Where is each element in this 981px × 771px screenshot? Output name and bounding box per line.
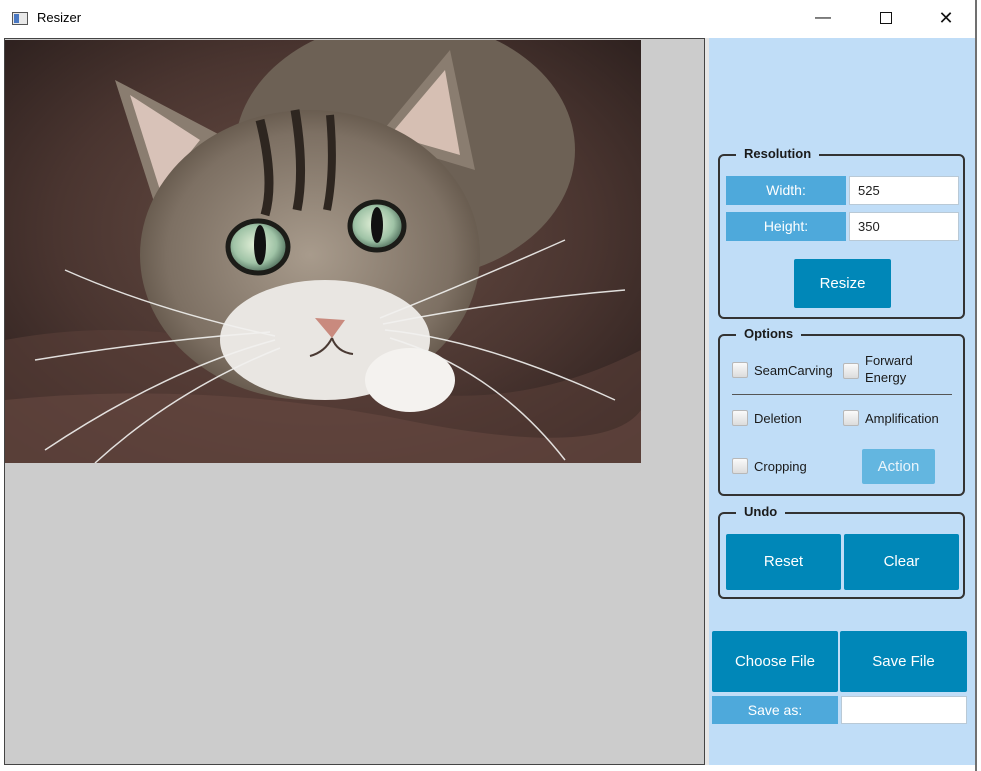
save-as-label: Save as: <box>712 696 838 724</box>
resize-button[interactable]: Resize <box>794 259 891 308</box>
close-icon: ✕ <box>938 8 954 28</box>
window-title: Resizer <box>37 10 82 25</box>
height-field[interactable] <box>849 212 959 241</box>
minimize-button[interactable]: — <box>800 0 846 38</box>
choose-file-button[interactable]: Choose File <box>712 631 838 692</box>
amplification-label: Amplification <box>865 410 939 426</box>
maximize-icon <box>880 11 892 24</box>
clear-button[interactable]: Clear <box>844 534 959 590</box>
undo-group: Undo Reset Clear <box>718 504 965 599</box>
title-bar: Resizer — ✕ <box>0 0 975 38</box>
options-group: Options SeamCarving Forward Energy Delet… <box>718 326 965 496</box>
undo-legend: Undo <box>736 504 786 519</box>
forward-energy-checkbox[interactable] <box>843 363 859 379</box>
save-as-field[interactable] <box>841 696 967 724</box>
save-file-button[interactable]: Save File <box>840 631 967 692</box>
close-button[interactable]: ✕ <box>923 0 969 38</box>
seamcarving-label: SeamCarving <box>754 362 833 378</box>
resolution-group: Resolution Width: Height: Resize <box>718 146 965 319</box>
app-window-icon <box>12 12 28 25</box>
resolution-legend: Resolution <box>736 146 820 161</box>
action-button[interactable]: Action <box>862 449 935 484</box>
seamcarving-checkbox[interactable] <box>732 362 748 378</box>
width-field[interactable] <box>849 176 959 205</box>
cropping-option[interactable]: Cropping <box>732 458 807 474</box>
options-legend: Options <box>736 326 802 341</box>
forward-energy-option[interactable]: Forward Energy <box>843 352 920 386</box>
minimize-icon: — <box>815 9 831 26</box>
options-divider <box>732 394 952 395</box>
amplification-option[interactable]: Amplification <box>843 410 939 426</box>
width-label: Width: <box>726 176 846 205</box>
cropping-label: Cropping <box>754 458 807 474</box>
cat-photo <box>5 40 641 463</box>
cropping-checkbox[interactable] <box>732 458 748 474</box>
reset-button[interactable]: Reset <box>726 534 841 590</box>
control-panel: Resolution Width: Height: Resize Options… <box>709 38 975 765</box>
deletion-checkbox[interactable] <box>732 410 748 426</box>
seamcarving-option[interactable]: SeamCarving <box>732 362 833 378</box>
deletion-label: Deletion <box>754 410 802 426</box>
forward-energy-label: Forward Energy <box>865 353 913 385</box>
height-label: Height: <box>726 212 846 241</box>
amplification-checkbox[interactable] <box>843 410 859 426</box>
deletion-option[interactable]: Deletion <box>732 410 802 426</box>
maximize-button[interactable] <box>863 0 909 38</box>
window-border <box>975 0 977 771</box>
